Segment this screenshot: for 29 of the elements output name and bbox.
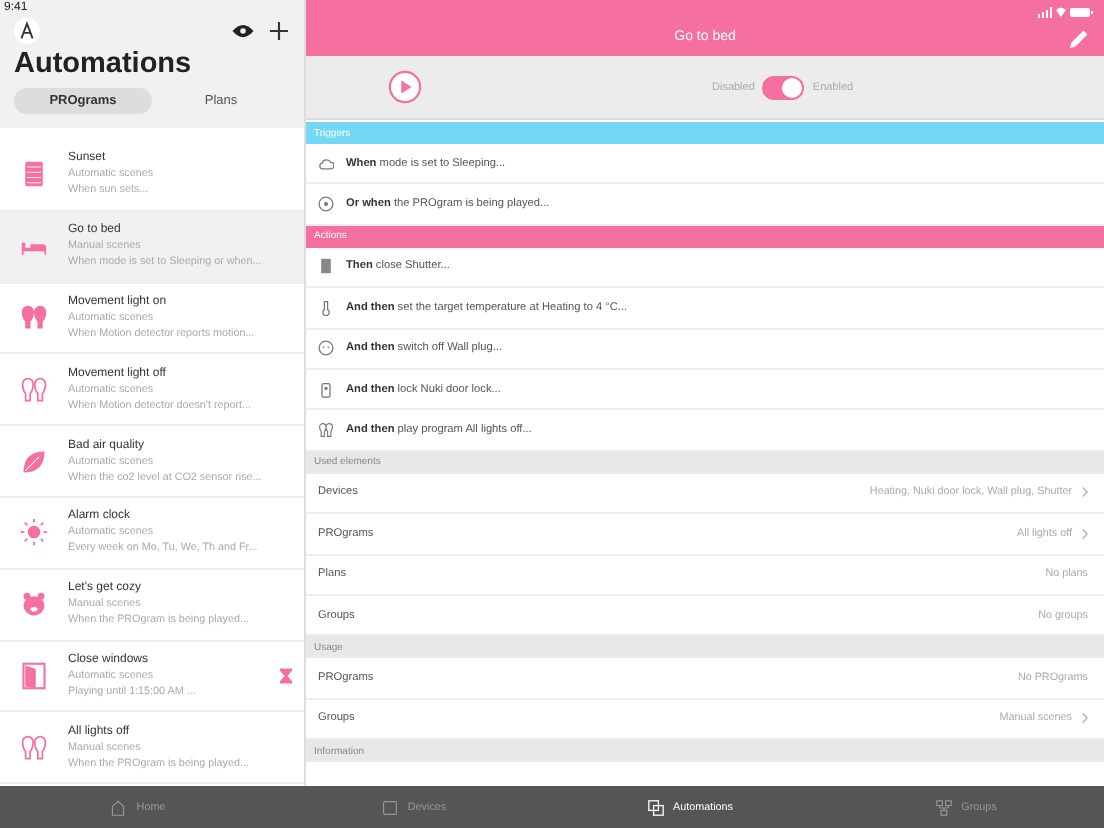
chevron-icon xyxy=(1082,527,1088,540)
door-icon xyxy=(20,661,48,690)
pencil-icon[interactable] xyxy=(1070,30,1088,48)
chevron-icon xyxy=(1082,486,1088,499)
enabled-switch[interactable] xyxy=(762,75,805,99)
stacked-squares-icon xyxy=(647,799,664,815)
shutter-icon xyxy=(318,258,334,275)
sun-icon xyxy=(20,518,48,547)
light-bulbs-icon xyxy=(20,375,48,404)
add-icon[interactable] xyxy=(270,22,288,40)
page-title: Automations xyxy=(14,50,194,79)
hierarchy-icon xyxy=(935,799,952,815)
leaf-icon xyxy=(20,447,48,476)
light-bulbs-icon xyxy=(20,733,48,762)
house-icon xyxy=(110,799,127,815)
light-bulbs-icon xyxy=(20,303,48,332)
thermometer-icon xyxy=(318,299,334,316)
shutter-icon xyxy=(20,160,48,189)
status-icons xyxy=(1038,6,1094,18)
play-button[interactable] xyxy=(388,70,422,104)
logo-icon xyxy=(14,18,40,44)
eye-icon[interactable] xyxy=(232,24,254,38)
cloud-icon xyxy=(318,155,334,172)
lock-icon xyxy=(318,381,334,398)
square-icon xyxy=(381,799,398,815)
light-bulbs-icon xyxy=(318,422,334,439)
chevron-icon xyxy=(1082,712,1088,725)
play-circle-icon xyxy=(318,196,334,213)
plug-icon xyxy=(318,340,334,357)
